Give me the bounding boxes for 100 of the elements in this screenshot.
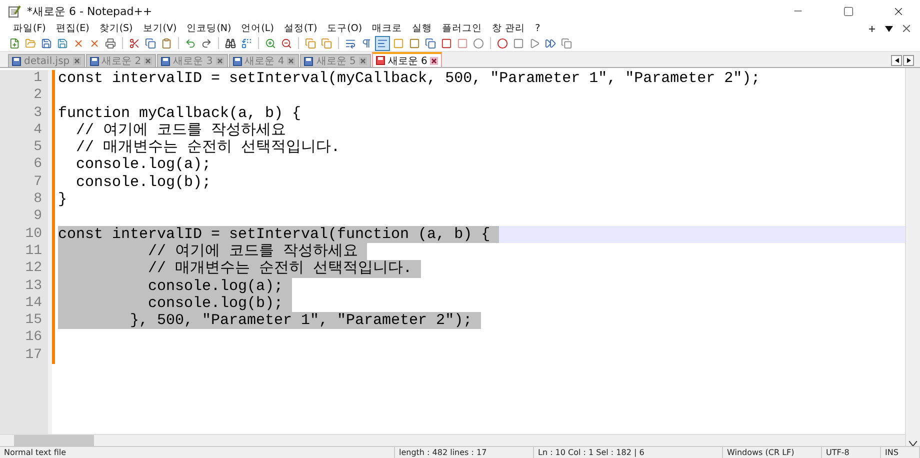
status-field: UTF-8 bbox=[822, 447, 881, 458]
notepad-icon bbox=[8, 4, 21, 18]
line-number: 8 bbox=[32, 191, 43, 208]
maximize-icon bbox=[842, 6, 854, 16]
new-file-icon bbox=[9, 38, 20, 48]
menu-item[interactable]: 파일(F) bbox=[8, 22, 51, 35]
file-icon bbox=[12, 56, 21, 66]
scroll-left-button[interactable] bbox=[891, 55, 902, 66]
line-number: 1 bbox=[32, 70, 43, 88]
print-button[interactable] bbox=[104, 36, 117, 50]
word-wrap-icon bbox=[345, 38, 356, 48]
horizontal-scrollbar[interactable] bbox=[0, 434, 905, 446]
show-symbols-icon bbox=[361, 38, 372, 48]
line-number: 12 bbox=[24, 260, 43, 278]
show-symbols-button[interactable] bbox=[360, 36, 373, 50]
right-arrow-icon bbox=[906, 58, 910, 63]
menu-item[interactable]: 편집(E) bbox=[50, 22, 94, 35]
save-icon bbox=[41, 38, 52, 48]
code-line: console.log(b); bbox=[75, 174, 212, 192]
dropdown-icon[interactable] bbox=[885, 26, 893, 32]
undo-icon bbox=[185, 38, 196, 48]
menu-item[interactable]: 보기(V) bbox=[138, 22, 182, 35]
run-multiple-button[interactable] bbox=[544, 36, 557, 50]
menu-item[interactable]: 도구(O) bbox=[322, 22, 368, 35]
menu-item[interactable]: 플러그인 bbox=[437, 22, 488, 35]
line-number: 13 bbox=[24, 278, 43, 295]
cut-button[interactable] bbox=[128, 36, 141, 50]
file-icon bbox=[376, 56, 385, 65]
zoom-out-button[interactable] bbox=[280, 36, 293, 50]
status-field: INS bbox=[881, 447, 920, 458]
menu-item[interactable]: ? bbox=[530, 23, 546, 34]
line-number: 5 bbox=[32, 139, 43, 156]
file-icon bbox=[90, 56, 99, 66]
zoom-in-icon bbox=[265, 38, 276, 48]
line-number: 14 bbox=[24, 294, 43, 312]
zoom-out-icon bbox=[281, 38, 292, 48]
paste-button[interactable] bbox=[160, 36, 173, 50]
line-number: 16 bbox=[24, 329, 43, 347]
window-title: *새로운 6 - Notepad++ bbox=[27, 4, 154, 18]
line-number: 7 bbox=[32, 174, 43, 192]
code-line: console.log(a); bbox=[75, 156, 212, 174]
stop-button[interactable] bbox=[512, 36, 525, 50]
status-field: length : 482 lines : 17 bbox=[395, 447, 534, 458]
menu-item[interactable]: 설정(T) bbox=[278, 22, 322, 35]
line-number: 11 bbox=[24, 242, 43, 260]
vertical-scrollbar[interactable] bbox=[905, 68, 920, 446]
replace-icon bbox=[241, 38, 252, 48]
line-number: 2 bbox=[32, 87, 43, 105]
close-icon[interactable] bbox=[430, 56, 438, 64]
find-icon bbox=[225, 38, 236, 48]
record-button[interactable] bbox=[496, 36, 509, 50]
run-multiple-icon bbox=[545, 38, 556, 48]
save-all-button[interactable] bbox=[56, 36, 69, 50]
copy-button[interactable] bbox=[144, 36, 157, 50]
save-button[interactable] bbox=[40, 36, 53, 50]
menu-item[interactable]: 인코딩(N) bbox=[182, 22, 236, 35]
line-number: 6 bbox=[32, 156, 43, 174]
scroll-right-button[interactable] bbox=[903, 55, 914, 66]
paste-icon bbox=[161, 38, 172, 48]
line-number: 15 bbox=[24, 312, 43, 330]
menu-item[interactable]: 실행 bbox=[407, 22, 438, 35]
playback-icon bbox=[529, 38, 540, 48]
menu-item[interactable]: 찾기(S) bbox=[94, 22, 138, 35]
indent-guide-button[interactable] bbox=[376, 36, 389, 50]
file-tab[interactable]: 새로운 6 bbox=[372, 52, 442, 67]
line-number: 3 bbox=[32, 104, 43, 122]
save-all-icon bbox=[57, 38, 68, 48]
open-folder-button[interactable] bbox=[24, 36, 37, 50]
zoom-in-button[interactable] bbox=[264, 36, 277, 50]
menu-item[interactable]: 매크로 bbox=[367, 22, 408, 35]
close-icon[interactable] bbox=[903, 25, 910, 32]
code-line: } bbox=[58, 191, 68, 208]
left-arrow-icon bbox=[894, 58, 898, 63]
file-icon bbox=[304, 56, 314, 66]
playback-button[interactable] bbox=[528, 36, 541, 50]
close-icon bbox=[73, 38, 84, 48]
indent-guide-icon bbox=[377, 38, 388, 48]
close-all-icon bbox=[89, 38, 100, 48]
file-icon bbox=[161, 56, 170, 66]
redo-icon bbox=[201, 38, 212, 48]
status-field: Windows (CR LF) bbox=[723, 447, 822, 458]
new-file-button[interactable] bbox=[8, 36, 21, 50]
line-number: 10 bbox=[24, 226, 43, 243]
menu-item[interactable]: 언어(L) bbox=[236, 22, 279, 35]
undo-button[interactable] bbox=[184, 36, 197, 50]
redo-button[interactable] bbox=[200, 36, 213, 50]
cut-icon bbox=[129, 38, 140, 48]
copy-icon bbox=[145, 38, 156, 48]
plus-icon[interactable] bbox=[869, 26, 875, 32]
file-icon bbox=[232, 56, 242, 66]
code-line: const intervalID = setInterval(myCallback, 500, "Parameter 1", "Parameter 2"); bbox=[58, 70, 760, 88]
code-line: function myCallback(a, b) { bbox=[58, 104, 302, 122]
record-icon bbox=[497, 38, 508, 48]
print-icon bbox=[105, 38, 116, 48]
code-line: // 여기에 코드를 작성하세요 bbox=[75, 122, 286, 140]
code-line: // 매개변수는 순전히 선택적입니다. bbox=[75, 139, 340, 156]
menu-item[interactable]: 창 관리 bbox=[487, 22, 530, 35]
status-field: Ln : 10 Col : 1 Sel : 182 | 6 bbox=[534, 447, 723, 458]
replace-button[interactable] bbox=[240, 36, 253, 50]
find-button[interactable] bbox=[224, 36, 237, 50]
